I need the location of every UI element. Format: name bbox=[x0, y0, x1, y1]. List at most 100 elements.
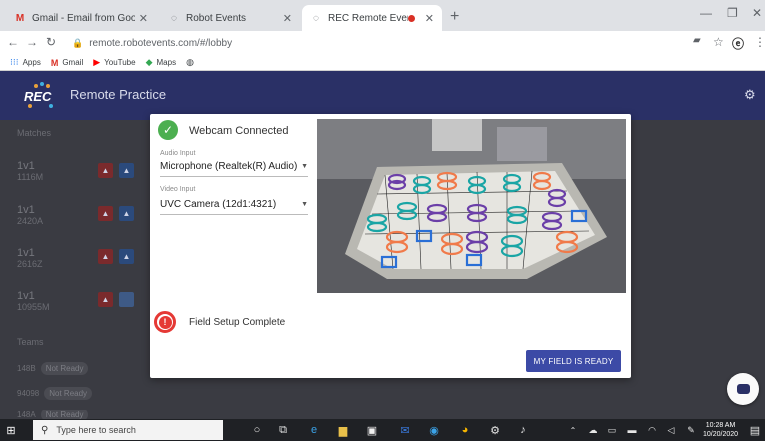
red-alliance-icon[interactable]: ▲ bbox=[98, 249, 113, 264]
reload-icon[interactable]: ↻ bbox=[46, 35, 56, 49]
cortana-icon[interactable]: ○ bbox=[249, 422, 265, 438]
chrome-icon[interactable]: ◕ bbox=[457, 422, 473, 438]
file-explorer-icon[interactable]: ▆ bbox=[335, 422, 351, 438]
pen-icon[interactable]: ✎ bbox=[683, 422, 699, 438]
match-team: 2616Z bbox=[17, 259, 43, 269]
recording-icon bbox=[407, 14, 415, 22]
tray-chevron-icon[interactable]: ⌃ bbox=[565, 422, 581, 438]
globe-icon: ◍ bbox=[186, 57, 194, 67]
gear-icon[interactable]: ⚙ bbox=[744, 87, 756, 103]
team-name: 94098 bbox=[17, 389, 40, 398]
bookmark-star-icon[interactable]: ☆ bbox=[713, 35, 724, 49]
team-name: 148A bbox=[17, 410, 36, 419]
blue-alliance-icon[interactable]: ▲ bbox=[119, 163, 134, 178]
bookmark-label: Maps bbox=[156, 58, 177, 67]
battery-icon[interactable]: ▬ bbox=[624, 422, 640, 438]
video-input-value: UVC Camera (12d1:4321) bbox=[160, 199, 277, 210]
loading-icon: ◌ bbox=[313, 12, 319, 24]
edge-icon[interactable]: e bbox=[306, 422, 322, 438]
chat-icon[interactable] bbox=[727, 373, 759, 405]
address-bar[interactable]: 🔒 remote.robotevents.com/#/lobby bbox=[72, 34, 662, 52]
blue-alliance-icon[interactable]: ▲ bbox=[119, 249, 134, 264]
notifications-icon[interactable]: ▤ bbox=[747, 422, 763, 438]
audio-input-select[interactable]: Microphone (Realtek(R) Audio) ▼ bbox=[160, 161, 308, 177]
windows-start-icon[interactable]: ⊞ bbox=[0, 419, 22, 441]
menu-icon[interactable]: ⋮ bbox=[754, 35, 765, 49]
loading-icon: ◌ bbox=[171, 12, 177, 24]
close-tab-icon[interactable]: ✕ bbox=[139, 12, 148, 25]
match-item[interactable]: 1v1 2616Z bbox=[17, 247, 43, 269]
red-alliance-icon[interactable]: ▲ bbox=[98, 206, 113, 221]
bookmarks-bar: ⁝⁝⁝ Apps M Gmail ▶ YouTube ◆ Maps ◍ bbox=[0, 55, 765, 71]
wifi-icon[interactable]: ◠ bbox=[644, 422, 660, 438]
close-window-icon[interactable]: ✕ bbox=[752, 6, 762, 20]
gmail-icon: M bbox=[50, 57, 59, 68]
bookmark-label: Gmail bbox=[62, 58, 84, 67]
match-item[interactable]: 1v1 2420A bbox=[17, 204, 43, 226]
blue-alliance-icon[interactable]: ▲ bbox=[119, 206, 134, 221]
bookmark-youtube[interactable]: ▶ YouTube bbox=[93, 57, 135, 68]
tab-gmail[interactable]: M Gmail - Email from Google ✕ bbox=[6, 5, 156, 31]
empty-slot-icon[interactable] bbox=[119, 292, 134, 307]
store-icon[interactable]: ▣ bbox=[364, 422, 380, 438]
match-item[interactable]: 1v1 1116M bbox=[17, 160, 43, 182]
bookmark-maps[interactable]: ◆ Maps bbox=[146, 57, 176, 68]
bookmark-label: YouTube bbox=[104, 58, 136, 67]
clock-date: 10/20/2020 bbox=[703, 431, 739, 438]
match-type: 1v1 bbox=[17, 247, 35, 259]
mail-icon[interactable]: ✉ bbox=[397, 422, 413, 438]
tab-robot-events[interactable]: ◌ Robot Events ✕ bbox=[160, 5, 300, 31]
match-item[interactable]: 1v1 10955M bbox=[17, 290, 50, 312]
status-badge: Not Ready bbox=[40, 410, 89, 419]
tab-rec-remote-events[interactable]: ◌ REC Remote Events ✕ bbox=[302, 5, 442, 31]
restore-icon[interactable]: ❐ bbox=[727, 6, 738, 20]
taskbar-clock[interactable]: 10:28 AM 10/20/2020 bbox=[703, 421, 738, 439]
logo-text: REC bbox=[24, 89, 52, 104]
field-ready-button[interactable]: MY FIELD IS READY bbox=[526, 350, 621, 372]
match-team: 10955M bbox=[17, 302, 50, 312]
forward-icon[interactable]: → bbox=[26, 35, 38, 49]
match-type: 1v1 bbox=[17, 290, 35, 302]
back-icon[interactable]: ← bbox=[7, 35, 19, 49]
cloud-icon[interactable]: ☁ bbox=[585, 422, 601, 438]
app-icon[interactable]: ♪ bbox=[515, 422, 531, 438]
new-tab-icon[interactable]: + bbox=[450, 8, 459, 26]
minimize-icon[interactable]: — bbox=[700, 6, 712, 20]
webcam-status: Webcam Connected bbox=[189, 125, 289, 137]
bookmark-globe[interactable]: ◍ bbox=[186, 57, 198, 68]
close-tab-icon[interactable]: ✕ bbox=[283, 12, 292, 25]
extension-icon[interactable]: ▰ bbox=[693, 35, 701, 46]
profile-icon[interactable]: ⓔ bbox=[732, 35, 744, 52]
maps-icon: ◆ bbox=[145, 57, 153, 67]
display-icon[interactable]: ▭ bbox=[604, 422, 620, 438]
bookmark-apps[interactable]: ⁝⁝⁝ Apps bbox=[10, 57, 41, 68]
video-input-label: Video Input bbox=[160, 186, 196, 193]
checkmark-icon: ✓ bbox=[158, 120, 178, 140]
app-title: Remote Practice bbox=[70, 87, 167, 102]
team-row: 94098 Not Ready bbox=[17, 387, 93, 400]
clock-time: 10:28 AM bbox=[705, 422, 736, 429]
apps-grid-icon: ⁝⁝⁝ bbox=[10, 57, 19, 67]
caret-down-icon: ▼ bbox=[301, 201, 308, 208]
red-alliance-icon[interactable]: ▲ bbox=[98, 292, 113, 307]
settings-icon[interactable]: ⚙ bbox=[487, 422, 503, 438]
red-alliance-icon[interactable]: ▲ bbox=[98, 163, 113, 178]
taskbar-search[interactable]: ⚲ Type here to search bbox=[33, 420, 223, 440]
webcam-preview bbox=[317, 119, 626, 293]
youtube-icon: ▶ bbox=[93, 57, 101, 67]
rec-logo: REC bbox=[22, 80, 60, 112]
task-view-icon[interactable]: ⧉ bbox=[275, 422, 291, 438]
close-tab-icon[interactable]: ✕ bbox=[425, 12, 434, 25]
search-icon: ⚲ bbox=[41, 424, 49, 436]
video-input-select[interactable]: UVC Camera (12d1:4321) ▼ bbox=[160, 199, 308, 215]
search-placeholder: Type here to search bbox=[56, 425, 136, 435]
match-team: 2420A bbox=[17, 216, 44, 226]
bookmark-label: Apps bbox=[22, 58, 41, 67]
match-team: 1116M bbox=[17, 172, 44, 182]
status-badge: Not Ready bbox=[44, 387, 93, 400]
browser-icon[interactable]: ◉ bbox=[426, 422, 442, 438]
volume-icon[interactable]: ◁ bbox=[663, 422, 679, 438]
match-type: 1v1 bbox=[17, 204, 35, 216]
url-text: remote.robotevents.com/#/lobby bbox=[89, 37, 233, 49]
bookmark-gmail[interactable]: M Gmail bbox=[51, 58, 83, 68]
